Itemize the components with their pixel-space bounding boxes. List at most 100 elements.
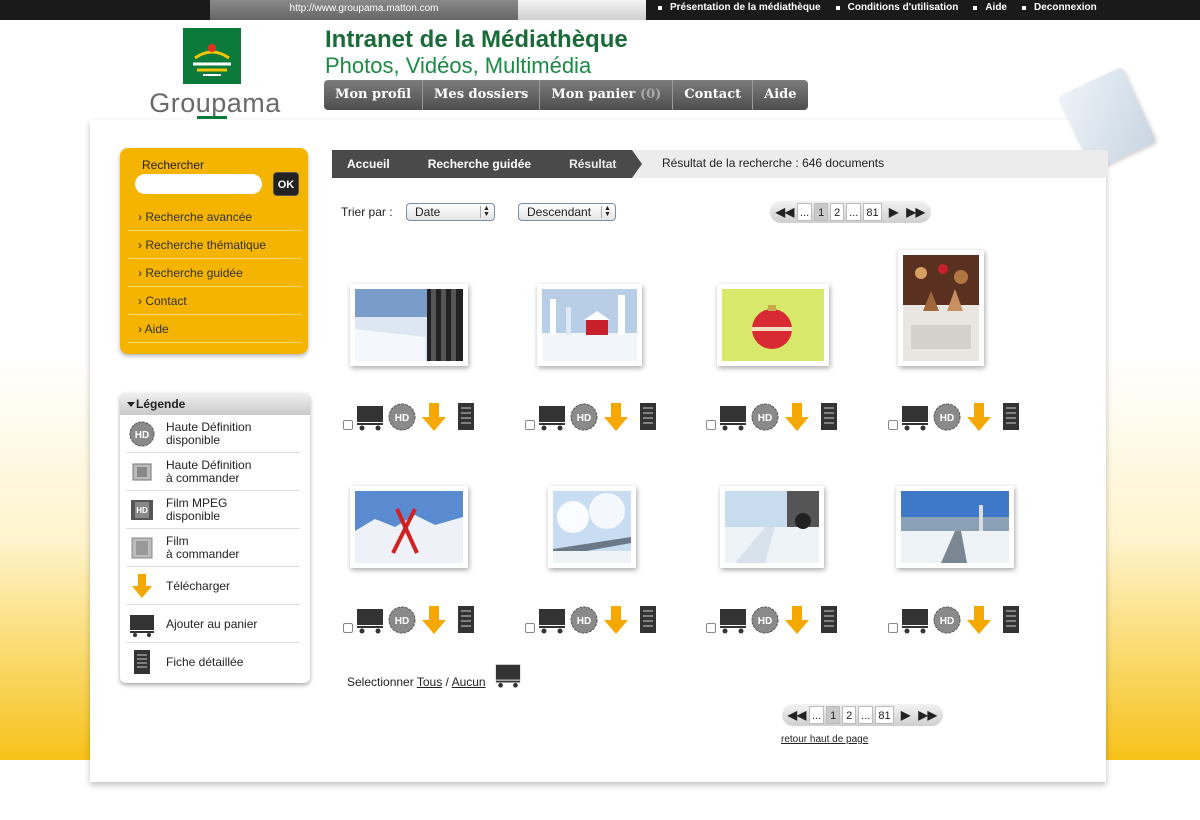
page-1[interactable]: 1	[814, 203, 829, 221]
download-arrow-icon[interactable]	[782, 605, 812, 635]
cart-icon[interactable]	[537, 402, 567, 432]
select-checkbox[interactable]	[888, 420, 898, 430]
cart-icon[interactable]	[718, 605, 748, 635]
page-1[interactable]: 1	[826, 706, 841, 724]
download-arrow-icon[interactable]	[964, 605, 994, 635]
hd-badge-icon[interactable]: HD	[387, 402, 417, 432]
hd-badge-icon[interactable]: HD	[569, 605, 599, 635]
hd-badge-icon[interactable]: HD	[932, 402, 962, 432]
nav-folders[interactable]: Mes dossiers	[423, 80, 541, 110]
groupama-logo[interactable]: Groupama	[137, 28, 293, 124]
search-ok-button[interactable]: OK	[273, 172, 299, 196]
result-thumbnail-6[interactable]	[548, 486, 636, 568]
cart-icon[interactable]	[494, 661, 522, 689]
download-arrow-icon[interactable]	[601, 605, 631, 635]
cart-icon[interactable]	[537, 605, 567, 635]
result-actions-7: HD	[706, 605, 846, 635]
last-page-icon[interactable]: ▶▶	[905, 201, 927, 223]
result-actions-6: HD	[525, 605, 665, 635]
link-contact[interactable]: › Contact	[128, 287, 301, 315]
detail-sheet-icon[interactable]	[814, 605, 844, 635]
select-checkbox[interactable]	[343, 623, 353, 633]
select-checkbox[interactable]	[525, 420, 535, 430]
download-arrow-icon[interactable]	[601, 402, 631, 432]
nav-contact[interactable]: Contact	[673, 80, 754, 110]
last-page-icon[interactable]: ▶▶	[917, 704, 939, 726]
result-thumbnail-8[interactable]	[896, 486, 1014, 568]
top-link-help[interactable]: Aide	[971, 0, 1020, 20]
link-help[interactable]: › Aide	[128, 315, 301, 343]
result-thumbnail-4[interactable]	[898, 250, 984, 366]
download-arrow-icon[interactable]	[419, 605, 449, 635]
result-actions-3: HD	[706, 402, 846, 432]
page-2[interactable]: 2	[842, 706, 857, 724]
page-2[interactable]: 2	[830, 203, 845, 221]
select-checkbox[interactable]	[343, 420, 353, 430]
detail-sheet-icon[interactable]	[451, 605, 481, 635]
result-thumbnail-2[interactable]	[537, 284, 642, 366]
first-page-icon[interactable]: ◀◀	[786, 704, 808, 726]
svg-text:HD: HD	[135, 430, 149, 441]
link-help-label: Aide	[144, 322, 169, 336]
download-arrow-icon[interactable]	[964, 402, 994, 432]
search-input[interactable]	[135, 174, 262, 194]
download-arrow-icon[interactable]	[782, 402, 812, 432]
detail-sheet-icon[interactable]	[633, 402, 663, 432]
result-actions-1: HD	[343, 402, 483, 432]
hd-badge-icon[interactable]: HD	[569, 402, 599, 432]
svg-text:HD: HD	[758, 616, 772, 627]
hd-badge-icon[interactable]: HD	[750, 402, 780, 432]
result-thumbnail-1[interactable]	[350, 284, 468, 366]
top-link-conditions[interactable]: Conditions d'utilisation	[834, 0, 972, 20]
cart-icon[interactable]	[718, 402, 748, 432]
cart-icon[interactable]	[900, 605, 930, 635]
detail-sheet-icon[interactable]	[996, 402, 1026, 432]
link-advanced-search[interactable]: › Recherche avancée	[128, 203, 301, 231]
cart-icon[interactable]	[355, 402, 385, 432]
hd-badge-icon[interactable]: HD	[387, 605, 417, 635]
select-checkbox[interactable]	[525, 623, 535, 633]
legend-label-film-order: Film à commander	[166, 534, 240, 561]
cart-icon[interactable]	[900, 402, 930, 432]
next-page-icon[interactable]: ▶	[895, 704, 917, 726]
link-contact-label: Contact	[145, 294, 187, 308]
next-page-icon[interactable]: ▶	[883, 201, 905, 223]
detail-sheet-icon[interactable]	[996, 605, 1026, 635]
legend-row-download: Télécharger	[126, 567, 300, 605]
first-page-icon[interactable]: ◀◀	[774, 201, 796, 223]
detail-sheet-icon[interactable]	[633, 605, 663, 635]
top-link-presentation[interactable]: Présentation de la médiathèque	[656, 0, 834, 20]
link-thematic-search[interactable]: › Recherche thématique	[128, 231, 301, 259]
detail-sheet-icon[interactable]	[451, 402, 481, 432]
page-last[interactable]: 81	[875, 706, 894, 724]
detail-sheet-icon[interactable]	[814, 402, 844, 432]
select-checkbox[interactable]	[706, 623, 716, 633]
select-all-link[interactable]: Tous	[417, 675, 442, 689]
crumb-guided-search[interactable]: Recherche guidée	[405, 150, 558, 178]
top-link-logout[interactable]: Deconnexion	[1020, 0, 1110, 20]
select-all-row: Selectionner Tous / Aucun	[347, 675, 486, 689]
result-thumbnail-3[interactable]	[717, 284, 829, 366]
nav-cart[interactable]: Mon panier (0)	[540, 80, 674, 110]
select-checkbox[interactable]	[888, 623, 898, 633]
cart-icon	[130, 615, 154, 637]
legend-title[interactable]: Légende	[120, 393, 310, 415]
result-thumbnail-7[interactable]	[720, 486, 824, 568]
nav-help[interactable]: Aide	[753, 80, 807, 110]
nav-profile[interactable]: Mon profil	[324, 80, 424, 110]
cart-icon[interactable]	[355, 605, 385, 635]
hd-badge-icon[interactable]: HD	[932, 605, 962, 635]
back-to-top-link[interactable]: retour haut de page	[781, 734, 868, 745]
legend-label-detail: Fiche détaillée	[166, 654, 244, 669]
result-thumbnail-5[interactable]	[350, 486, 468, 568]
select-none-link[interactable]: Aucun	[452, 675, 486, 689]
link-guided-search[interactable]: › Recherche guidée	[128, 259, 301, 287]
hd-badge-icon[interactable]: HD	[750, 605, 780, 635]
sort-field-select[interactable]: Date ▲ ▼	[406, 203, 495, 221]
page-last[interactable]: 81	[863, 203, 882, 221]
sort-order-select[interactable]: Descendant ▲ ▼	[518, 203, 616, 221]
select-checkbox[interactable]	[706, 420, 716, 430]
photo-car-snowy-road	[725, 491, 819, 563]
download-arrow-icon[interactable]	[419, 402, 449, 432]
crumb-home[interactable]: Accueil	[332, 150, 416, 178]
